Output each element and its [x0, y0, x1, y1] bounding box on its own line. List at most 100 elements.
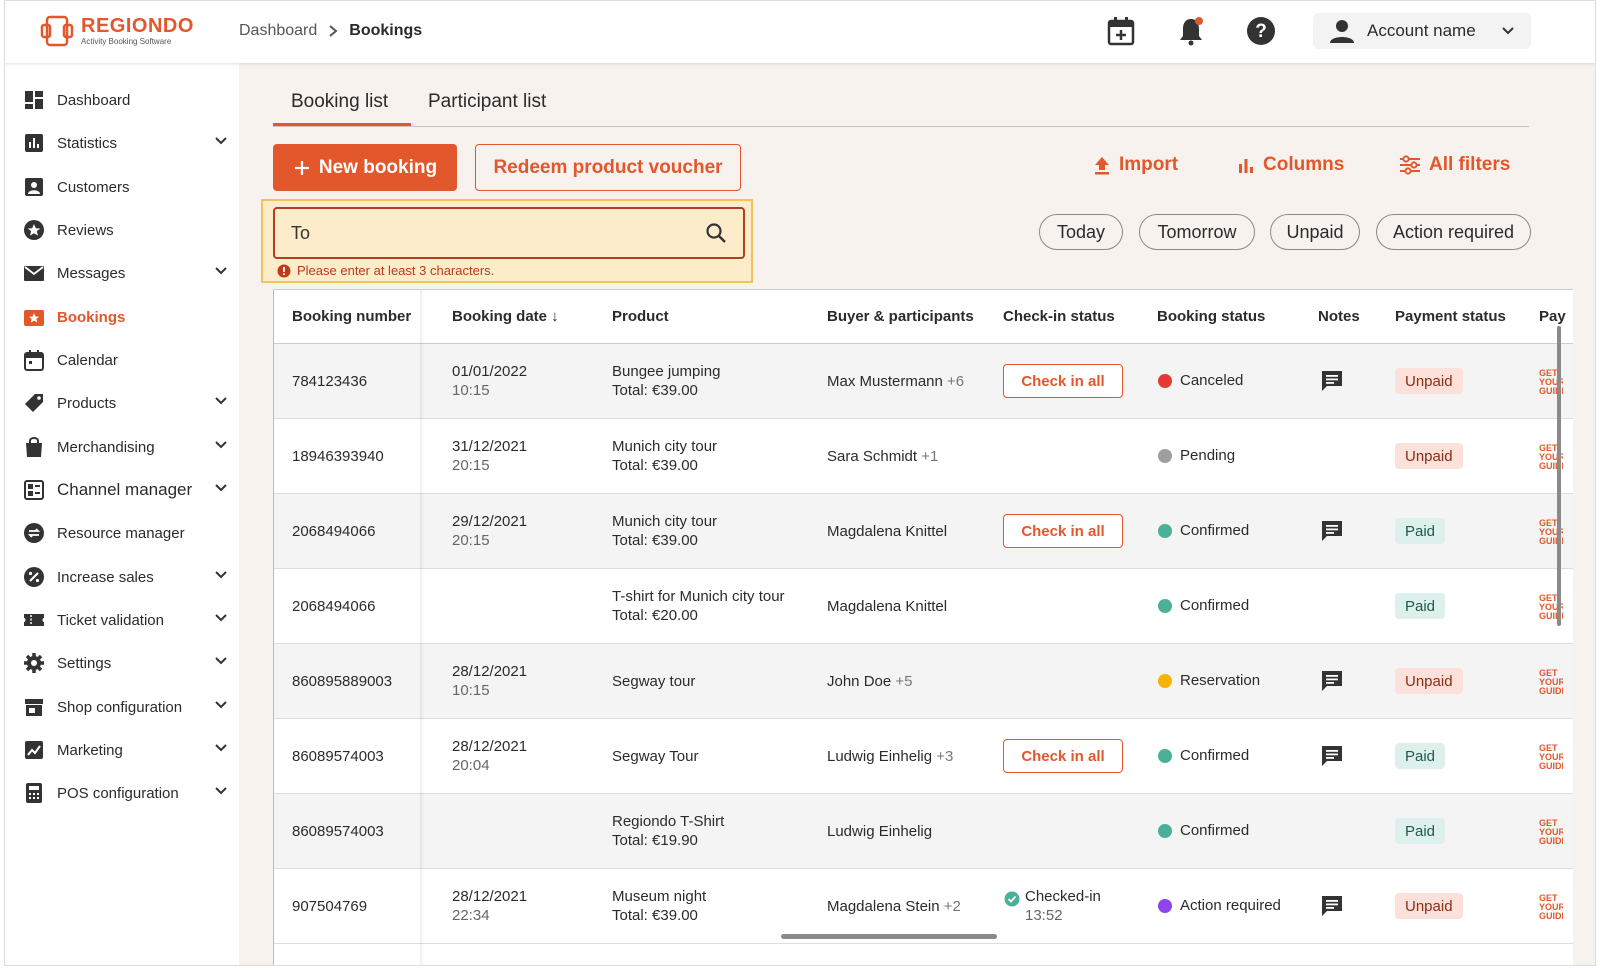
calendar-add-icon[interactable]: [1105, 15, 1137, 47]
booking-number[interactable]: 2068494066: [292, 597, 375, 616]
increase-sales-icon: [23, 566, 45, 588]
search-input[interactable]: To: [273, 207, 745, 259]
buyer-name[interactable]: Max Mustermann: [827, 373, 943, 390]
customers-icon: [23, 176, 45, 198]
help-icon[interactable]: ?: [1245, 15, 1277, 47]
logo[interactable]: REGIONDO Activity Booking Software: [39, 13, 194, 49]
search-value[interactable]: To: [291, 223, 705, 244]
header-partial[interactable]: Pay: [1539, 308, 1566, 325]
filter-chip-unpaid[interactable]: Unpaid: [1270, 214, 1360, 250]
chevron-down-icon[interactable]: [213, 263, 229, 284]
search-icon[interactable]: [705, 222, 727, 244]
table-row[interactable]: 86089574003 28/12/2021 20:04 Segway Tour Lud…: [274, 719, 1573, 794]
header-buyer[interactable]: Buyer & participants: [827, 308, 974, 325]
account-menu[interactable]: Account name: [1313, 13, 1531, 49]
header-booking-date[interactable]: Booking date ↓: [452, 308, 559, 325]
filter-chip-action-required[interactable]: Action required: [1376, 214, 1531, 250]
buyer-name[interactable]: John Doe: [827, 673, 891, 690]
table-row[interactable]: 2068494066 T-shirt for Munich city tour To…: [274, 569, 1573, 644]
buyer-name[interactable]: Magdalena Knittel: [827, 598, 947, 615]
buyer-name[interactable]: Ludwig Einhelig: [827, 823, 932, 840]
header-booking-number[interactable]: Booking number: [292, 308, 411, 325]
horizontal-scrollbar[interactable]: [781, 934, 997, 939]
buyer-name[interactable]: Magdalena Knittel: [827, 523, 947, 540]
sidebar-item-settings[interactable]: Settings: [23, 646, 229, 680]
sidebar-item-marketing[interactable]: Marketing: [23, 733, 229, 767]
note-icon[interactable]: [1320, 369, 1344, 393]
new-booking-button[interactable]: New booking: [273, 144, 457, 191]
chevron-down-icon[interactable]: [213, 697, 229, 718]
header-notes[interactable]: Notes: [1318, 308, 1360, 325]
sidebar-item-shop-configuration[interactable]: Shop configuration: [23, 690, 229, 724]
note-icon[interactable]: [1320, 894, 1344, 918]
sidebar-item-dashboard[interactable]: Dashboard: [23, 83, 229, 117]
tab-participant-list[interactable]: Participant list: [428, 91, 546, 126]
table-row[interactable]: 18946393940 31/12/2021 20:15 Munich city to…: [274, 419, 1573, 494]
buyer-name[interactable]: Magdalena Stein: [827, 898, 940, 915]
sidebar-item-ticket-validation[interactable]: Ticket validation: [23, 603, 229, 637]
sidebar-item-resource-manager[interactable]: Resource manager: [23, 516, 229, 550]
columns-button[interactable]: Columns: [1237, 154, 1344, 176]
table-row[interactable]: 860895889003 28/12/2021 10:15 Segway tour Jo…: [274, 644, 1573, 719]
note-icon[interactable]: [1320, 669, 1344, 693]
filter-chip-today[interactable]: Today: [1039, 214, 1123, 250]
bell-icon[interactable]: [1175, 15, 1207, 47]
vertical-scrollbar[interactable]: [1557, 326, 1561, 626]
chevron-down-icon[interactable]: [213, 437, 229, 458]
chevron-down-icon[interactable]: [213, 740, 229, 761]
note-icon[interactable]: [1320, 519, 1344, 543]
booking-number[interactable]: 2068494066: [292, 522, 375, 541]
buyer-name[interactable]: Sara Schmidt: [827, 448, 917, 465]
table-row[interactable]: 2068494066 29/12/2021 20:15 Munich city tou…: [274, 494, 1573, 569]
sidebar-item-calendar[interactable]: Calendar: [23, 343, 229, 377]
check-in-all-button[interactable]: Check in all: [1003, 364, 1123, 398]
booking-number[interactable]: 860895889003: [292, 672, 392, 691]
sidebar-item-merchandising[interactable]: Merchandising: [23, 430, 229, 464]
check-in-all-button[interactable]: Check in all: [1003, 739, 1123, 773]
sidebar-item-statistics[interactable]: Statistics: [23, 126, 229, 160]
header-payment-status[interactable]: Payment status: [1395, 308, 1506, 325]
all-filters-button[interactable]: All filters: [1399, 154, 1510, 176]
tab-booking-list[interactable]: Booking list: [273, 91, 411, 126]
booking-number[interactable]: 907504769: [292, 897, 367, 916]
booking-number[interactable]: 784123436: [292, 372, 367, 391]
booking-time: 22:34: [452, 907, 490, 924]
header-booking-status[interactable]: Booking status: [1157, 308, 1265, 325]
chevron-down-icon[interactable]: [213, 610, 229, 631]
table-row[interactable]: 86089574003 Regiondo T-Shirt Total: €19.90…: [274, 794, 1573, 869]
chevron-down-icon[interactable]: [213, 567, 229, 588]
chevron-down-icon[interactable]: [213, 653, 229, 674]
status-dot-icon: [1158, 673, 1172, 688]
booking-number[interactable]: 86089574003: [292, 822, 384, 841]
chevron-down-icon[interactable]: [213, 783, 229, 804]
sidebar-item-messages[interactable]: Messages: [23, 256, 229, 290]
note-icon[interactable]: [1320, 744, 1344, 768]
import-button[interactable]: Import: [1093, 154, 1178, 176]
chevron-down-icon[interactable]: [213, 480, 229, 501]
table-row[interactable]: 784123436 01/01/2022 10:15 Bungee jumping To…: [274, 344, 1573, 419]
booking-time: 20:15: [452, 532, 490, 549]
check-in-all-button[interactable]: Check in all: [1003, 514, 1123, 548]
table-row[interactable]: 907504769 28/12/2021 22:34 Museum night Tota…: [274, 869, 1573, 944]
booking-number[interactable]: 18946393940: [292, 447, 384, 466]
breadcrumb-dashboard[interactable]: Dashboard: [239, 22, 317, 40]
sidebar-item-channel-manager[interactable]: Channel manager: [23, 473, 229, 507]
buyer-name[interactable]: Ludwig Einhelig: [827, 748, 932, 765]
bookings-icon: [23, 306, 45, 328]
sidebar-item-customers[interactable]: Customers: [23, 170, 229, 204]
sidebar-item-reviews[interactable]: Reviews: [23, 213, 229, 247]
sidebar-item-bookings[interactable]: Bookings: [23, 300, 229, 334]
sidebar-item-products[interactable]: Products: [23, 386, 229, 420]
chevron-down-icon[interactable]: [213, 393, 229, 414]
sidebar-item-increase-sales[interactable]: Increase sales: [23, 560, 229, 594]
sidebar-item-pos-configuration[interactable]: POS configuration: [23, 776, 229, 810]
filter-chip-tomorrow[interactable]: Tomorrow: [1139, 214, 1255, 250]
product-total: Total: €39.00: [612, 532, 698, 549]
header-checkin[interactable]: Check-in status: [1003, 308, 1115, 325]
sidebar-item-label: Statistics: [57, 134, 118, 152]
sidebar: Dashboard Statistics Customers Reviews Messa…: [5, 63, 239, 965]
redeem-voucher-button[interactable]: Redeem product voucher: [475, 144, 741, 191]
header-product[interactable]: Product: [612, 308, 669, 325]
chevron-down-icon[interactable]: [213, 133, 229, 154]
booking-number[interactable]: 86089574003: [292, 747, 384, 766]
